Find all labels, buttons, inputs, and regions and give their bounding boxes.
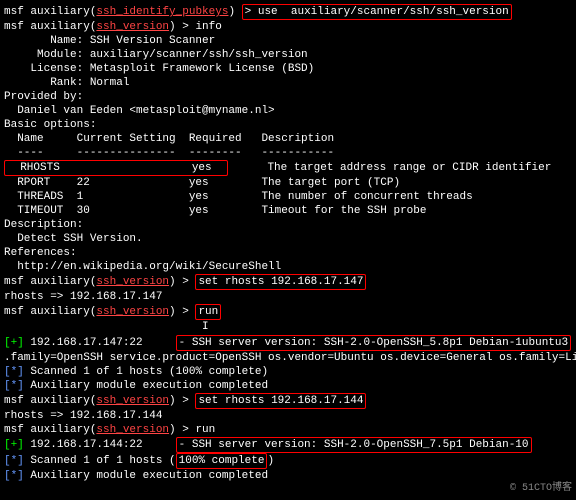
module-link: ssh_version	[96, 276, 169, 288]
run-2: msf auxiliary(ssh_version) > run	[4, 423, 572, 437]
cursor-line: I	[4, 320, 572, 335]
highlight-ssh-version-1: - SSH server version: SSH-2.0-OpenSSH_5.…	[176, 335, 571, 351]
basic-options-header: Basic options:	[4, 118, 572, 132]
info-name: Name: SSH Version Scanner	[4, 34, 572, 48]
star-icon: [*]	[4, 366, 24, 378]
module-link: ssh_identify_pubkeys	[96, 6, 228, 18]
scan-complete-2: [*] Scanned 1 of 1 hosts (100% complete)	[4, 453, 572, 469]
aux-complete-2: [*] Auxiliary module execution completed	[4, 469, 572, 483]
options-columns: Name Current Setting Required Descriptio…	[4, 132, 572, 146]
aux-complete-1: [*] Auxiliary module execution completed	[4, 379, 572, 393]
author-line: Daniel van Eeden <metasploit@myname.nl>	[4, 104, 572, 118]
result-1-detail: .family=OpenSSH service.product=OpenSSH …	[4, 351, 572, 365]
module-link: ssh_version	[96, 395, 169, 407]
info-license: License: Metasploit Framework License (B…	[4, 62, 572, 76]
watermark: © 51CTO博客	[510, 482, 572, 496]
highlight-set-cmd: set rhosts 192.168.17.147	[195, 274, 366, 290]
set-echo-1: rhosts => 192.168.17.147	[4, 290, 572, 304]
option-timeout: TIMEOUT 30 yes Timeout for the SSH probe	[4, 204, 572, 218]
description-header: Description:	[4, 218, 572, 232]
prompt-line-2: msf auxiliary(ssh_version) > info	[4, 20, 572, 34]
highlight-complete: 100% complete	[176, 453, 268, 469]
result-2: [+] 192.168.17.144:22 - SSH server versi…	[4, 437, 572, 453]
plus-icon: [+]	[4, 337, 24, 349]
highlight-ssh-version-2: - SSH server version: SSH-2.0-OpenSSH_7.…	[176, 437, 532, 453]
provided-header: Provided by:	[4, 90, 572, 104]
prompt-close: )	[228, 6, 241, 18]
module-link: ssh_version	[96, 21, 169, 33]
option-rport: RPORT 22 yes The target port (TCP)	[4, 176, 572, 190]
set-echo-2: rhosts => 192.168.17.144	[4, 409, 572, 423]
plus-icon: [+]	[4, 439, 24, 451]
references-header: References:	[4, 246, 572, 260]
options-separator: ---- --------------- -------- ----------…	[4, 146, 572, 160]
set-rhosts-2: msf auxiliary(ssh_version) > set rhosts …	[4, 393, 572, 409]
info-module: Module: auxiliary/scanner/ssh/ssh_versio…	[4, 48, 572, 62]
highlight-run-cmd: run	[195, 304, 221, 320]
option-rhosts: RHOSTS yes The target address range or C…	[4, 160, 572, 176]
module-link: ssh_version	[96, 424, 169, 436]
text-cursor: I	[202, 320, 209, 334]
highlight-set-cmd-2: set rhosts 192.168.17.144	[195, 393, 366, 409]
highlight-rhosts: RHOSTS yes	[4, 160, 228, 176]
set-rhosts-1: msf auxiliary(ssh_version) > set rhosts …	[4, 274, 572, 290]
scan-complete-1: [*] Scanned 1 of 1 hosts (100% complete)	[4, 365, 572, 379]
option-threads: THREADS 1 yes The number of concurrent t…	[4, 190, 572, 204]
prompt-prefix: msf auxiliary(	[4, 6, 96, 18]
run-1: msf auxiliary(ssh_version) > run	[4, 304, 572, 320]
references-body: http://en.wikipedia.org/wiki/SecureShell	[4, 260, 572, 274]
description-body: Detect SSH Version.	[4, 232, 572, 246]
prompt-line-1: msf auxiliary(ssh_identify_pubkeys) > us…	[4, 4, 572, 20]
highlight-use-cmd: > use auxiliary/scanner/ssh/ssh_version	[242, 4, 512, 20]
star-icon: [*]	[4, 455, 24, 467]
star-icon: [*]	[4, 380, 24, 392]
info-rank: Rank: Normal	[4, 76, 572, 90]
result-1: [+] 192.168.17.147:22 - SSH server versi…	[4, 335, 572, 351]
star-icon: [*]	[4, 470, 24, 482]
module-link: ssh_version	[96, 306, 169, 318]
